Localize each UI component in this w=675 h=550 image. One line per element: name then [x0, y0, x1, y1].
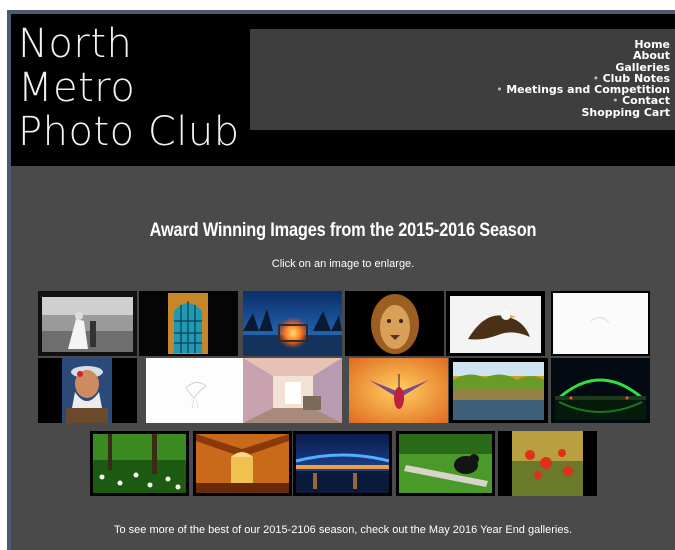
bear-log-image[interactable]: [396, 431, 495, 496]
main-nav: Home About Galleries Club Notes Meetings…: [250, 29, 675, 130]
wedding-bw-image[interactable]: [38, 291, 137, 356]
trillium-forest-image[interactable]: [90, 431, 189, 496]
old-man-portrait-image[interactable]: [38, 358, 137, 423]
page-title: Award Winning Images from the 2015-2016 …: [149, 220, 537, 241]
logo-line: North: [18, 21, 133, 67]
nav-about[interactable]: About: [496, 50, 670, 62]
page: North Metro Photo Club Home About Galler…: [11, 14, 675, 550]
page-subtitle: Click on an image to enlarge.: [271, 258, 415, 270]
abandoned-room-image[interactable]: [243, 358, 342, 423]
poppies-image[interactable]: [498, 431, 597, 496]
site-header: North Metro Photo Club Home About Galler…: [11, 14, 675, 166]
autumn-lake-image[interactable]: [449, 358, 548, 423]
site-logo[interactable]: North Metro Photo Club: [18, 22, 240, 154]
logo-line: Metro: [18, 65, 136, 111]
lit-bridge-night-image[interactable]: [551, 358, 650, 423]
lion-image[interactable]: [345, 291, 444, 356]
season-galleries-note: To see more of the best of our 2015-2106…: [113, 524, 573, 536]
logo-line: Photo Club: [18, 109, 240, 155]
bird-sketch-image[interactable]: [146, 358, 245, 423]
white-highkey-image[interactable]: [551, 291, 650, 356]
church-interior-image[interactable]: [193, 431, 292, 496]
blue-door-image[interactable]: [139, 291, 238, 356]
hummingbird-image[interactable]: [349, 358, 448, 423]
nav-shopping-cart[interactable]: Shopping Cart: [496, 106, 670, 118]
campfire-night-image[interactable]: [243, 291, 342, 356]
eagle-image[interactable]: [446, 291, 545, 356]
night-bridge-image[interactable]: [293, 431, 392, 496]
